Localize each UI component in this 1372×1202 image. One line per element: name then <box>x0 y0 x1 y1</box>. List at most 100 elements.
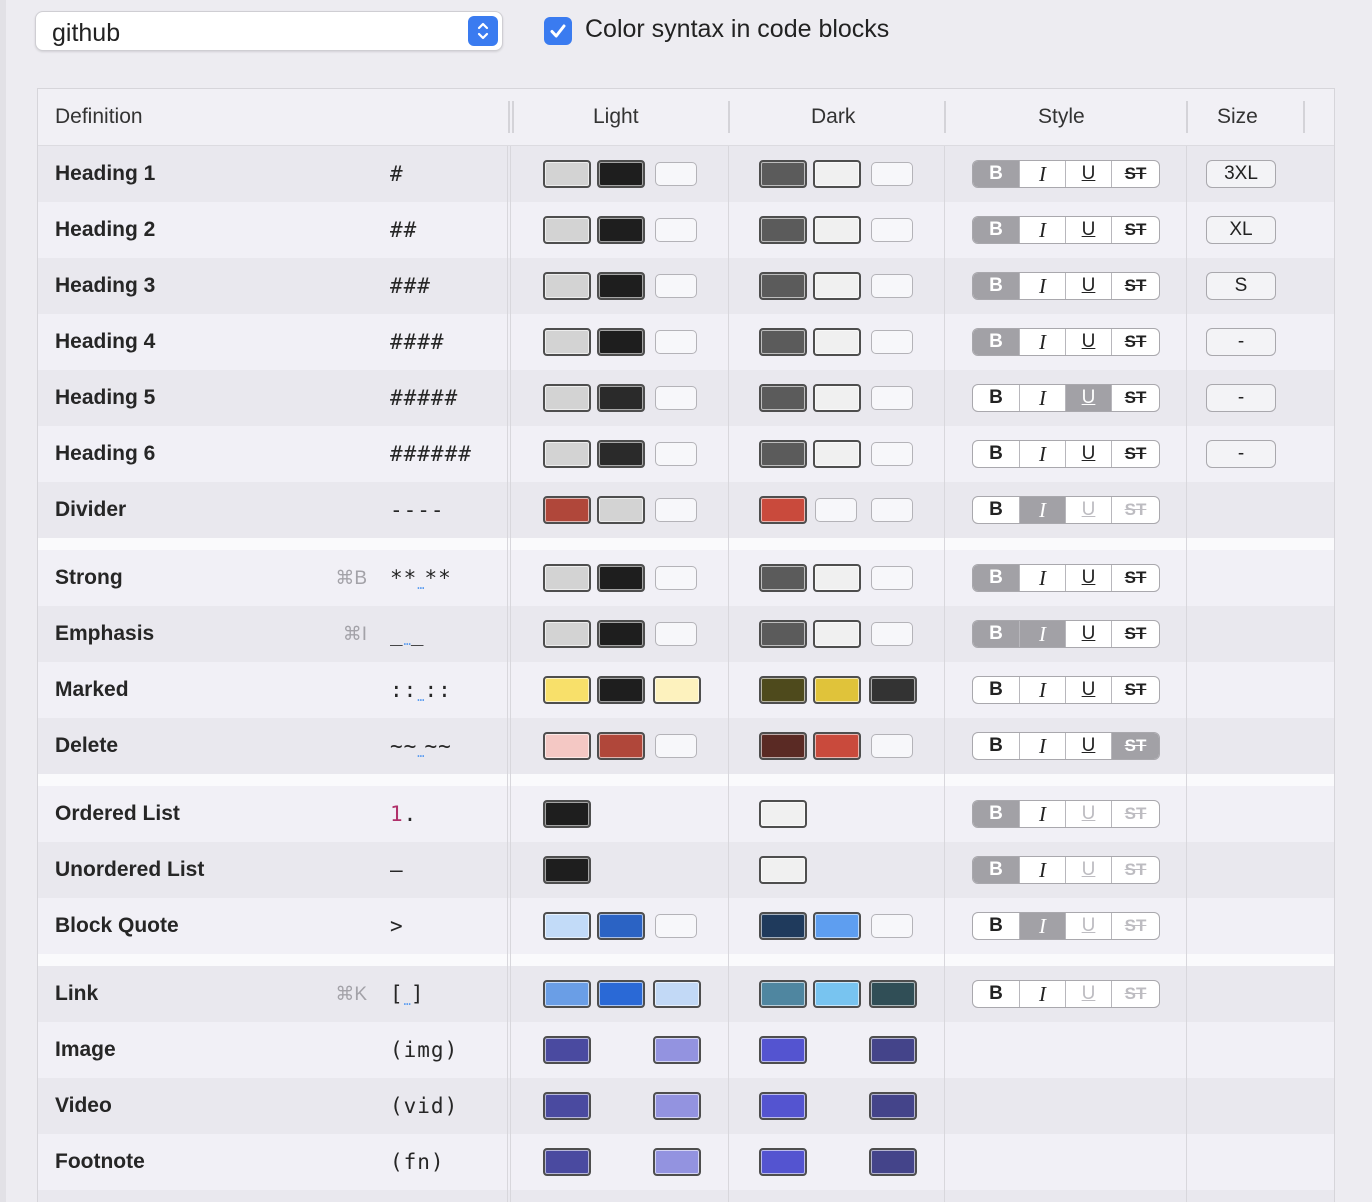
italic-toggle[interactable]: I <box>1019 677 1065 703</box>
light-color-well[interactable] <box>597 732 645 760</box>
dark-color-well[interactable] <box>871 274 913 298</box>
dark-color-well[interactable] <box>813 564 861 592</box>
strikethrough-toggle[interactable]: ST <box>1111 857 1159 883</box>
dark-color-well[interactable] <box>813 912 861 940</box>
color-syntax-label[interactable]: Color syntax in code blocks <box>585 15 889 44</box>
bold-toggle[interactable]: B <box>973 217 1019 243</box>
dark-color-well[interactable] <box>759 384 807 412</box>
light-color-well[interactable] <box>655 162 697 186</box>
dark-color-well[interactable] <box>759 732 807 760</box>
dark-color-well[interactable] <box>759 496 807 524</box>
dark-color-well[interactable] <box>813 440 861 468</box>
dark-color-well[interactable] <box>813 676 861 704</box>
italic-toggle[interactable]: I <box>1019 217 1065 243</box>
underline-toggle[interactable]: U <box>1065 441 1111 467</box>
italic-toggle[interactable]: I <box>1019 913 1065 939</box>
underline-toggle[interactable]: U <box>1065 801 1111 827</box>
strikethrough-toggle[interactable]: ST <box>1111 441 1159 467</box>
light-color-well[interactable] <box>543 912 591 940</box>
light-color-well[interactable] <box>543 496 591 524</box>
light-color-well[interactable] <box>655 914 697 938</box>
underline-toggle[interactable]: U <box>1065 857 1111 883</box>
table-row[interactable]: Emphasis ⌘I _…_ B I U ST <box>38 606 1334 662</box>
light-color-well[interactable] <box>597 620 645 648</box>
column-header-light[interactable]: Light <box>593 105 639 129</box>
table-row[interactable]: Link ⌘K […] B I U ST <box>38 966 1334 1022</box>
light-color-well[interactable] <box>543 160 591 188</box>
size-popup-button[interactable]: - <box>1206 384 1276 412</box>
size-popup-button[interactable]: - <box>1206 328 1276 356</box>
strikethrough-toggle[interactable]: ST <box>1111 801 1159 827</box>
italic-toggle[interactable]: I <box>1019 801 1065 827</box>
italic-toggle[interactable]: I <box>1019 565 1065 591</box>
strikethrough-toggle[interactable]: ST <box>1111 161 1159 187</box>
light-color-well[interactable] <box>653 980 701 1008</box>
italic-toggle[interactable]: I <box>1019 385 1065 411</box>
light-color-well[interactable] <box>543 384 591 412</box>
light-color-well[interactable] <box>597 384 645 412</box>
table-row[interactable]: Unordered List – B I U ST <box>38 842 1334 898</box>
dark-color-well[interactable] <box>871 622 913 646</box>
italic-toggle[interactable]: I <box>1019 981 1065 1007</box>
dark-color-well[interactable] <box>871 442 913 466</box>
table-row[interactable]: Block Quote > B I U ST <box>38 898 1334 954</box>
dark-color-well[interactable] <box>759 1092 807 1120</box>
italic-toggle[interactable]: I <box>1019 273 1065 299</box>
column-header-dark[interactable]: Dark <box>811 105 855 129</box>
size-popup-button[interactable]: XL <box>1206 216 1276 244</box>
dark-color-well[interactable] <box>759 856 807 884</box>
light-color-well[interactable] <box>653 1148 701 1176</box>
light-color-well[interactable] <box>655 274 697 298</box>
size-popup-button[interactable]: S <box>1206 272 1276 300</box>
dark-color-well[interactable] <box>759 272 807 300</box>
underline-toggle[interactable]: U <box>1065 385 1111 411</box>
light-color-well[interactable] <box>597 676 645 704</box>
dark-color-well[interactable] <box>813 160 861 188</box>
light-color-well[interactable] <box>655 218 697 242</box>
light-color-well[interactable] <box>543 216 591 244</box>
light-color-well[interactable] <box>653 1036 701 1064</box>
table-row[interactable]: Heading 6 ###### B I U ST - <box>38 426 1334 482</box>
light-color-well[interactable] <box>543 856 591 884</box>
light-color-well[interactable] <box>543 676 591 704</box>
dark-color-well[interactable] <box>813 216 861 244</box>
dark-color-well[interactable] <box>813 980 861 1008</box>
table-row[interactable]: Heading 3 ### B I U ST S <box>38 258 1334 314</box>
dark-color-well[interactable] <box>759 440 807 468</box>
bold-toggle[interactable]: B <box>973 981 1019 1007</box>
bold-toggle[interactable]: B <box>973 913 1019 939</box>
light-color-well[interactable] <box>655 386 697 410</box>
column-header-size[interactable]: Size <box>1217 105 1258 129</box>
table-row[interactable]: Delete ~~…~~ B I U ST <box>38 718 1334 774</box>
strikethrough-toggle[interactable]: ST <box>1111 733 1159 759</box>
underline-toggle[interactable]: U <box>1065 677 1111 703</box>
table-row[interactable]: Footnote (fn) <box>38 1134 1334 1190</box>
italic-toggle[interactable]: I <box>1019 441 1065 467</box>
light-color-well[interactable] <box>597 496 645 524</box>
dark-color-well[interactable] <box>871 914 913 938</box>
underline-toggle[interactable]: U <box>1065 161 1111 187</box>
italic-toggle[interactable]: I <box>1019 497 1065 523</box>
dark-color-well[interactable] <box>871 498 913 522</box>
light-color-well[interactable] <box>597 272 645 300</box>
dark-color-well[interactable] <box>759 216 807 244</box>
strikethrough-toggle[interactable]: ST <box>1111 565 1159 591</box>
table-row[interactable]: Divider ---- B I U ST <box>38 482 1334 538</box>
dark-color-well[interactable] <box>869 980 917 1008</box>
italic-toggle[interactable]: I <box>1019 733 1065 759</box>
dark-color-well[interactable] <box>871 734 913 758</box>
light-color-well[interactable] <box>597 328 645 356</box>
light-color-well[interactable] <box>543 440 591 468</box>
light-color-well[interactable] <box>543 800 591 828</box>
underline-toggle[interactable]: U <box>1065 733 1111 759</box>
dark-color-well[interactable] <box>759 800 807 828</box>
table-row[interactable]: Heading 4 #### B I U ST - <box>38 314 1334 370</box>
strikethrough-toggle[interactable]: ST <box>1111 329 1159 355</box>
dark-color-well[interactable] <box>813 384 861 412</box>
bold-toggle[interactable]: B <box>973 385 1019 411</box>
italic-toggle[interactable]: I <box>1019 161 1065 187</box>
dark-color-well[interactable] <box>871 566 913 590</box>
color-syntax-checkbox[interactable] <box>544 17 572 45</box>
light-color-well[interactable] <box>597 440 645 468</box>
dark-color-well[interactable] <box>869 1092 917 1120</box>
